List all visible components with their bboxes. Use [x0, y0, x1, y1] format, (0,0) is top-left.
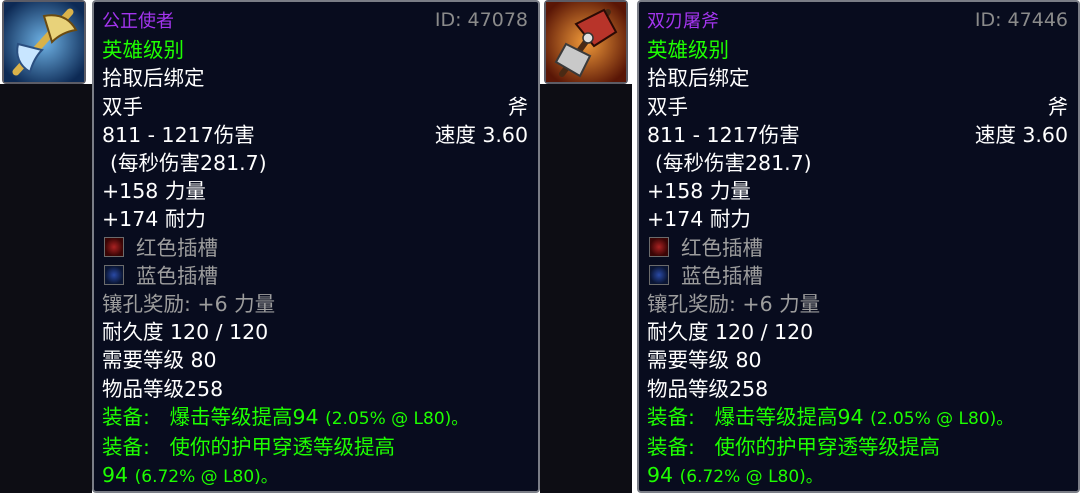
- equip-value: 94: [102, 463, 129, 488]
- dps-value: (每秒伤害281.7): [655, 151, 812, 176]
- item-quality: 英雄级别: [647, 38, 729, 63]
- equip-prefix: 装备:: [102, 435, 150, 460]
- bind-type: 拾取后绑定: [102, 66, 205, 91]
- red-double-axe-icon[interactable]: [544, 0, 628, 84]
- red-socket-icon: [649, 236, 669, 257]
- equip-prefix: 装备:: [647, 404, 695, 429]
- middle-strip: [540, 84, 632, 493]
- item-id: ID: 47078: [434, 9, 528, 31]
- equip-prefix: 装备:: [102, 404, 150, 429]
- required-level: 需要等级 80: [647, 348, 762, 373]
- equip-prefix: 装备:: [647, 435, 695, 460]
- stat-line: +158 力量: [647, 179, 751, 204]
- equip-value: 94: [647, 463, 674, 488]
- socket-label: 蓝色插槽: [681, 263, 763, 288]
- socket-line: 蓝色插槽: [102, 262, 528, 290]
- item-tooltip-2: 双刃屠斧 ID: 47446 英雄级别 拾取后绑定 双手 斧 811 - 121…: [637, 0, 1080, 493]
- socket-line: 红色插槽: [647, 234, 1068, 262]
- attack-speed: 速度 3.60: [974, 122, 1068, 147]
- equip-effect-2: 装备: 使你的护甲穿透等级提高: [647, 433, 1068, 461]
- item-level: 物品等级258: [102, 376, 224, 401]
- item-slot: 双手: [102, 94, 143, 119]
- socket-line: 蓝色插槽: [647, 262, 1068, 290]
- stat-line: +158 力量: [102, 179, 206, 204]
- equip-text: 使你的护甲穿透等级提高: [169, 435, 395, 460]
- durability: 耐久度 120 / 120: [647, 320, 814, 345]
- equip-note: (2.05% @ L80)。: [325, 408, 469, 429]
- equip-note: (6.72% @ L80)。: [134, 467, 278, 488]
- dps-value: (每秒伤害281.7): [110, 151, 267, 176]
- item-name: 双刃屠斧: [647, 11, 719, 32]
- golden-axe-icon[interactable]: [2, 0, 86, 84]
- blue-socket-icon: [104, 264, 124, 285]
- blue-socket-icon: [649, 264, 669, 285]
- item-type: 斧: [1047, 94, 1069, 119]
- required-level: 需要等级 80: [102, 348, 217, 373]
- socket-bonus: 镶孔奖励: +6 力量: [102, 292, 276, 317]
- item-name: 公正使者: [102, 11, 174, 32]
- damage-range: 811 - 1217伤害: [102, 122, 255, 147]
- stat-line: +174 耐力: [102, 207, 206, 232]
- socket-label: 红色插槽: [681, 235, 763, 260]
- attack-speed: 速度 3.60: [434, 122, 528, 147]
- item-level: 物品等级258: [647, 376, 769, 401]
- durability: 耐久度 120 / 120: [102, 320, 269, 345]
- stat-line: +174 耐力: [647, 207, 751, 232]
- equip-text: 使你的护甲穿透等级提高: [714, 435, 940, 460]
- damage-range: 811 - 1217伤害: [647, 122, 800, 147]
- bind-type: 拾取后绑定: [647, 66, 750, 91]
- socket-label: 红色插槽: [136, 235, 218, 260]
- red-socket-icon: [104, 236, 124, 257]
- equip-text: 爆击等级提高94: [714, 404, 864, 429]
- item-slot: 双手: [647, 94, 688, 119]
- equip-effect-1: 装备: 爆击等级提高94 (2.05% @ L80)。: [647, 403, 1068, 433]
- equip-effect-2-cont: 94 (6.72% @ L80)。: [647, 461, 1068, 491]
- equip-effect-2-cont: 94 (6.72% @ L80)。: [102, 461, 528, 491]
- equip-note: (2.05% @ L80)。: [870, 408, 1014, 429]
- left-strip: [0, 84, 92, 493]
- equip-text: 爆击等级提高94: [169, 404, 319, 429]
- item-id: ID: 47446: [974, 9, 1068, 31]
- socket-line: 红色插槽: [102, 234, 528, 262]
- item-tooltip-1: 公正使者 ID: 47078 英雄级别 拾取后绑定 双手 斧 811 - 121…: [92, 0, 540, 493]
- item-quality: 英雄级别: [102, 38, 184, 63]
- equip-effect-2: 装备: 使你的护甲穿透等级提高: [102, 433, 528, 461]
- socket-bonus: 镶孔奖励: +6 力量: [647, 292, 821, 317]
- equip-note: (6.72% @ L80)。: [679, 467, 823, 488]
- item-type: 斧: [507, 94, 529, 119]
- equip-effect-1: 装备: 爆击等级提高94 (2.05% @ L80)。: [102, 403, 528, 433]
- socket-label: 蓝色插槽: [136, 263, 218, 288]
